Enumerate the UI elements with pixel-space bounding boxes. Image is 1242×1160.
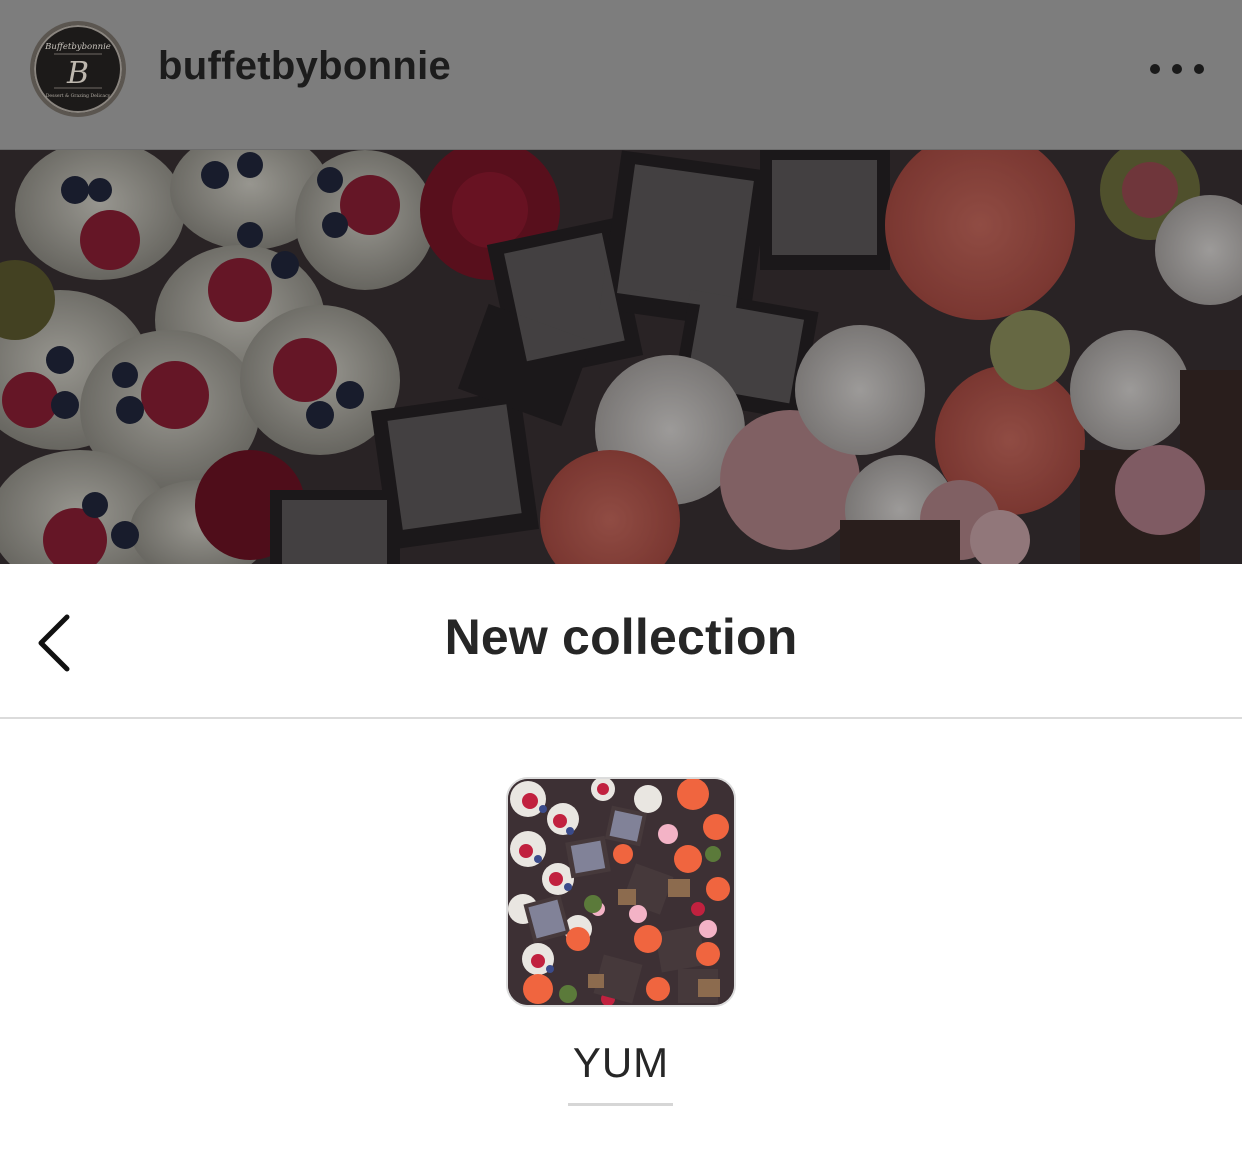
svg-text:B: B [66,56,89,91]
collection-cover-image[interactable] [506,777,736,1007]
svg-text:Buffetbybonnie: Buffetbybonnie [44,42,111,52]
more-options-icon[interactable] [1150,58,1204,80]
sheet-title: New collection [444,609,798,665]
collection-name-underline [568,1103,673,1106]
collection-name-input[interactable] [470,1040,772,1086]
brand-logo: Buffetbybonnie B Dessert & Grazing Delic… [44,42,111,99]
profile-avatar[interactable]: Buffetbybonnie B Dessert & Grazing Delic… [30,21,126,117]
new-collection-sheet: New collection [0,564,1242,1160]
post-image [0,150,1242,564]
post-username[interactable]: buffetbybonnie [158,44,451,89]
post-header: Buffetbybonnie B Dessert & Grazing Delic… [0,0,1242,150]
header-divider [0,717,1242,719]
svg-text:Dessert & Grazing Delicacy: Dessert & Grazing Delicacy [46,93,111,99]
